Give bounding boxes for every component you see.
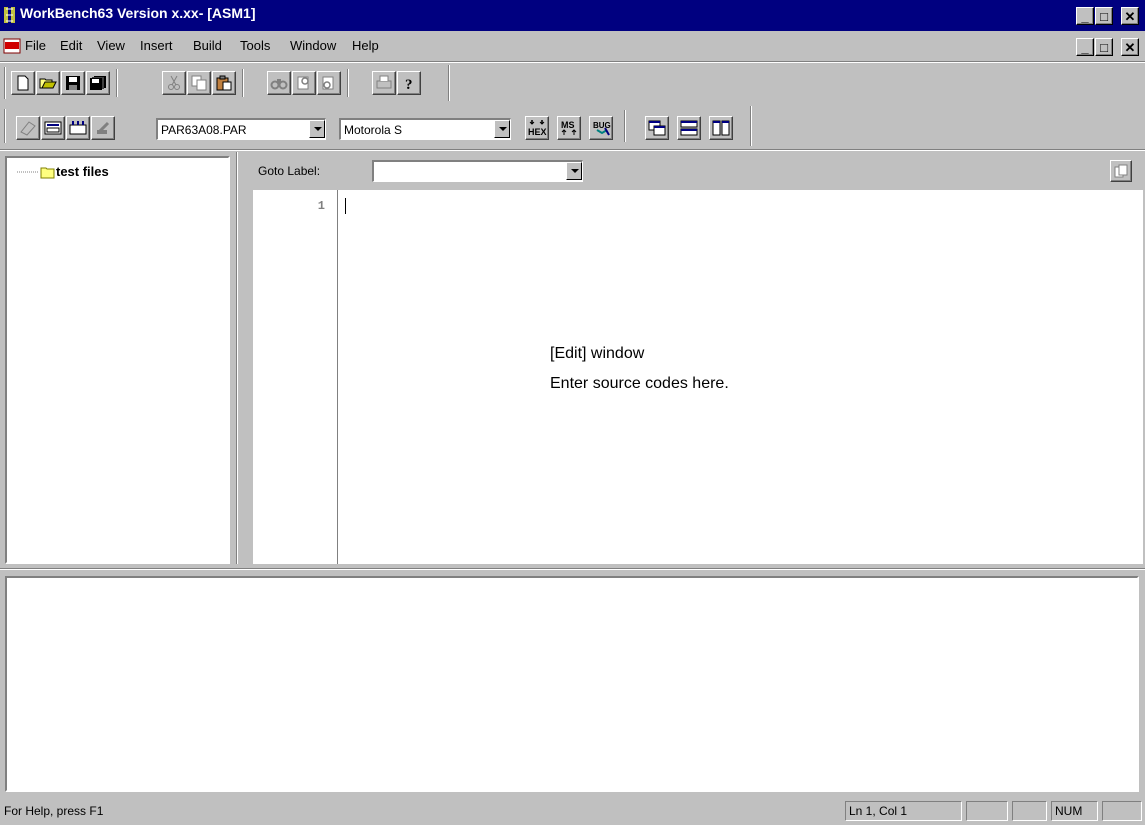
output-format-select[interactable]: Motorola S <box>339 118 511 140</box>
status-bar: For Help, press F1 Ln 1, Col 1 NUM <box>0 799 1145 825</box>
chevron-down-icon[interactable] <box>309 120 325 138</box>
output-format-value: Motorola S <box>344 123 403 137</box>
status-pane-ovr <box>1012 801 1047 821</box>
toolbar-end <box>750 106 752 146</box>
goto-label-select[interactable] <box>372 160 583 182</box>
replace-icon[interactable] <box>317 71 341 95</box>
app-icon <box>4 7 15 23</box>
copy-icon[interactable] <box>187 71 211 95</box>
document-icon[interactable] <box>3 38 21 54</box>
status-pane-caps <box>966 801 1008 821</box>
ms-label: MS <box>561 120 575 130</box>
close-button[interactable]: ✕ <box>1121 7 1139 25</box>
help-icon[interactable]: ? <box>397 71 421 95</box>
hex-convert-button[interactable]: HEX <box>525 116 549 140</box>
ms-convert-button[interactable]: MS <box>557 116 581 140</box>
window-title: WorkBench63 Version x.xx- [ASM1] <box>20 5 256 21</box>
toolbar-grip <box>4 109 6 143</box>
output-panel[interactable] <box>5 576 1139 792</box>
menu-edit[interactable]: Edit <box>60 38 82 53</box>
minimize-button[interactable]: _ <box>1076 7 1094 25</box>
build-toolbar: PAR63A08.PAR Motorola S HEX MS BUG <box>0 104 1145 148</box>
line-number-gutter: 1 <box>253 190 338 564</box>
doc-minimize-button[interactable]: _ <box>1076 38 1094 56</box>
stop-build-icon[interactable] <box>91 116 115 140</box>
parameter-file-select[interactable]: PAR63A08.PAR <box>156 118 326 140</box>
splitter-line <box>236 152 238 564</box>
rebuild-icon[interactable] <box>66 116 90 140</box>
toolbar-end <box>448 65 450 101</box>
menu-window[interactable]: Window <box>290 38 336 53</box>
new-file-icon[interactable] <box>11 71 35 95</box>
editor-options-icon[interactable] <box>1110 160 1132 182</box>
menu-bar: File Edit View Insert Build Tools Window… <box>0 31 1145 61</box>
find-next-icon[interactable] <box>292 71 316 95</box>
doc-close-button[interactable]: ✕ <box>1121 38 1139 56</box>
goto-label: Goto Label: <box>258 164 321 178</box>
menu-build[interactable]: Build <box>193 38 222 53</box>
toolbar-separator <box>116 69 118 97</box>
chevron-down-icon[interactable] <box>494 120 510 138</box>
cursor-position: Ln 1, Col 1 <box>845 801 962 821</box>
horizontal-splitter[interactable] <box>0 564 1145 576</box>
bug-label: BUG <box>593 121 611 130</box>
edit-window-annotation: [Edit] window <box>550 345 645 362</box>
menu-file[interactable]: File <box>25 38 46 53</box>
svg-text:?: ? <box>405 77 413 91</box>
debugger-button[interactable]: BUG <box>589 116 613 140</box>
build-icon[interactable] <box>41 116 65 140</box>
maximize-button[interactable]: □ <box>1095 7 1113 25</box>
menu-help[interactable]: Help <box>352 38 379 53</box>
find-icon[interactable] <box>267 71 291 95</box>
open-folder-icon[interactable] <box>36 71 60 95</box>
menu-view[interactable]: View <box>97 38 125 53</box>
menu-insert[interactable]: Insert <box>140 38 173 53</box>
num-lock-indicator: NUM <box>1051 801 1098 821</box>
toolbar-grip <box>4 67 6 99</box>
compile-icon[interactable] <box>16 116 40 140</box>
hex-label: HEX <box>528 127 547 137</box>
tile-horizontal-icon[interactable] <box>677 116 701 140</box>
status-pane-scroll <box>1102 801 1142 821</box>
splitter-line <box>0 568 1145 570</box>
cut-icon[interactable] <box>162 71 186 95</box>
project-tree-panel[interactable]: test files <box>5 156 230 564</box>
doc-restore-button[interactable]: □ <box>1095 38 1113 56</box>
status-help-text: For Help, press F1 <box>4 804 104 818</box>
toolbar-separator <box>242 69 244 97</box>
editor-header: Goto Label: <box>248 152 1145 190</box>
editor-area[interactable]: 1 [Edit] window Enter source codes here. <box>253 190 1143 564</box>
print-icon[interactable] <box>372 71 396 95</box>
line-number: 1 <box>317 199 325 213</box>
tile-vertical-icon[interactable] <box>709 116 733 140</box>
parameter-file-value: PAR63A08.PAR <box>161 123 247 137</box>
standard-toolbar: ? <box>0 63 1145 103</box>
text-cursor <box>345 198 346 214</box>
menu-tools[interactable]: Tools <box>240 38 270 53</box>
toolbar-divider <box>0 149 1145 151</box>
save-icon[interactable] <box>61 71 85 95</box>
tree-root-label[interactable]: test files <box>56 164 109 179</box>
save-all-icon[interactable] <box>86 71 110 95</box>
toolbar-separator <box>624 110 626 142</box>
chevron-down-icon[interactable] <box>566 162 582 180</box>
vertical-splitter[interactable] <box>230 152 246 564</box>
cascade-windows-icon[interactable] <box>645 116 669 140</box>
title-bar[interactable]: WorkBench63 Version x.xx- [ASM1] _ □ ✕ <box>0 0 1145 31</box>
paste-icon[interactable] <box>212 71 236 95</box>
toolbar-separator <box>347 69 349 97</box>
edit-window-instruction: Enter source codes here. <box>550 375 729 392</box>
tree-connector-icon <box>17 167 55 179</box>
